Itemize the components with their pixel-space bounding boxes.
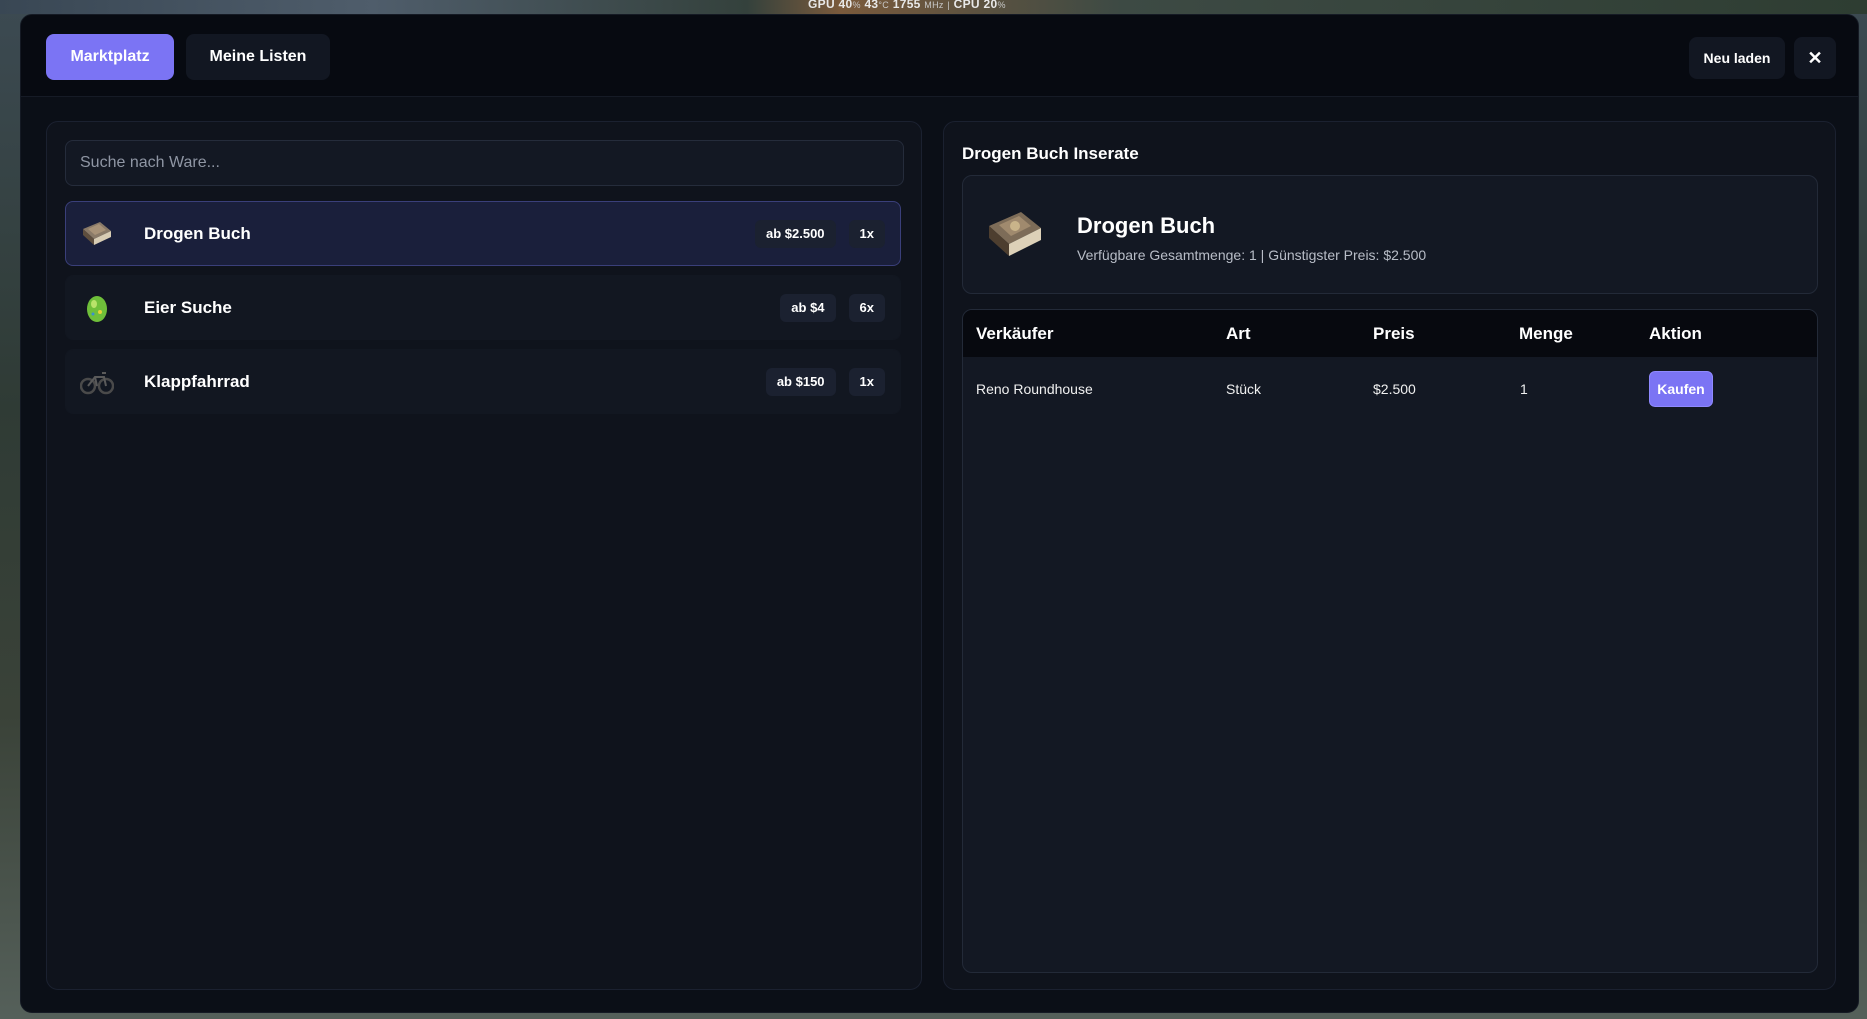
top-bar: Marktplatz Meine Listen Neu laden ✕ xyxy=(21,15,1858,97)
quantity-badge: 6x xyxy=(848,293,885,322)
close-icon: ✕ xyxy=(1807,47,1823,68)
listings-panel: Drogen Buch Inserate Drogen Buch Verfügb… xyxy=(943,121,1836,990)
cell-seller: Reno Roundhouse xyxy=(976,380,1093,397)
gpu-label: GPU xyxy=(808,0,835,11)
price-badge: ab $150 xyxy=(765,367,836,396)
gpu-value: 40 xyxy=(838,0,853,11)
performance-overlay: GPU 40% 43°C 1755 MHz | CPU 20% xyxy=(808,0,1006,11)
item-name: Eier Suche xyxy=(144,297,232,317)
section-title: Drogen Buch Inserate xyxy=(962,144,1139,163)
listings-table: Verkäufer Art Preis Menge Aktion Reno Ro… xyxy=(962,309,1818,973)
item-stats: Verfügbare Gesamtmenge: 1 | Günstigster … xyxy=(1077,247,1427,263)
list-item[interactable]: Eier Suche ab $4 6x xyxy=(65,275,901,340)
reload-button[interactable]: Neu laden xyxy=(1689,37,1785,79)
cpu-value: 20 xyxy=(983,0,998,11)
price-badge: ab $2.500 xyxy=(754,219,836,248)
gpu-unit: % xyxy=(852,0,861,10)
item-name: Drogen Buch xyxy=(144,223,251,243)
quantity-badge: 1x xyxy=(848,219,885,248)
cell-type: Stück xyxy=(1226,380,1262,397)
header-price: Preis xyxy=(1373,323,1415,343)
table-row: Reno Roundhouse Stück $2.500 1 Kaufen xyxy=(963,357,1817,420)
close-button[interactable]: ✕ xyxy=(1794,37,1836,79)
header-action: Aktion xyxy=(1649,323,1702,343)
temp-value: 43 xyxy=(864,0,879,11)
cell-quantity: 1 xyxy=(1520,380,1528,397)
marketplace-window: Marktplatz Meine Listen Neu laden ✕ Drog… xyxy=(20,14,1859,1013)
buy-button[interactable]: Kaufen xyxy=(1649,371,1713,407)
list-item[interactable]: Drogen Buch ab $2.500 1x xyxy=(65,201,901,266)
item-name: Klappfahrrad xyxy=(144,371,250,391)
egg-icon xyxy=(80,291,114,325)
header-type: Art xyxy=(1226,323,1251,343)
cpu-label: CPU xyxy=(953,0,980,11)
cpu-unit: % xyxy=(997,0,1006,10)
cell-price: $2.500 xyxy=(1373,380,1416,397)
list-item[interactable]: Klappfahrrad ab $150 1x xyxy=(65,349,901,414)
item-title: Drogen Buch xyxy=(1077,213,1216,238)
tab-meine-listen[interactable]: Meine Listen xyxy=(186,34,330,80)
item-summary-card: Drogen Buch Verfügbare Gesamtmenge: 1 | … xyxy=(962,175,1818,294)
book-icon xyxy=(985,208,1045,262)
header-quantity: Menge xyxy=(1519,323,1573,343)
tab-marktplatz[interactable]: Marktplatz xyxy=(46,34,174,80)
clock-value: 1755 xyxy=(892,0,921,11)
header-seller: Verkäufer xyxy=(976,323,1054,343)
price-badge: ab $4 xyxy=(780,293,836,322)
item-list-panel: Drogen Buch ab $2.500 1x Eier Suche ab $… xyxy=(46,121,922,990)
search-input[interactable] xyxy=(65,140,904,186)
quantity-badge: 1x xyxy=(848,367,885,396)
bicycle-icon xyxy=(80,365,114,399)
table-header: Verkäufer Art Preis Menge Aktion xyxy=(963,310,1817,357)
hud-separator: | xyxy=(947,0,950,10)
clock-unit: MHz xyxy=(924,0,944,10)
temp-unit: °C xyxy=(878,0,890,10)
book-icon xyxy=(80,217,114,251)
